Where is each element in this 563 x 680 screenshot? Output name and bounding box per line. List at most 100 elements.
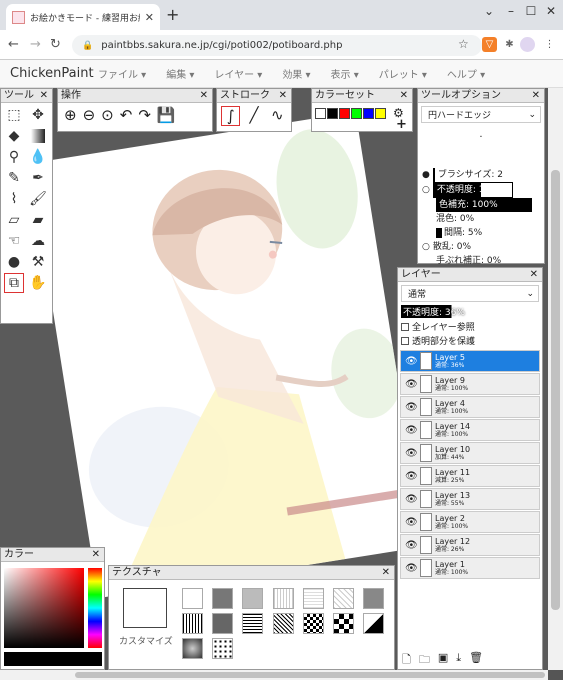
size-radio-icon[interactable]: ● (422, 168, 430, 182)
move-icon[interactable]: ✥ (28, 105, 48, 125)
drawing-canvas[interactable] (29, 111, 425, 599)
eye-icon[interactable]: 👁 (405, 379, 418, 390)
colorset-close-icon[interactable]: ✕ (400, 89, 408, 102)
color-swatch[interactable] (327, 107, 338, 119)
rotate-canvas-icon[interactable]: ⧉ (4, 273, 24, 293)
layer-row[interactable]: 👁 Layer 4 通常: 100% (400, 396, 540, 418)
bookmark-star-icon[interactable]: ☆ (458, 37, 469, 51)
close-tab-icon[interactable]: ✕ (145, 11, 154, 24)
menu-layer[interactable]: レイヤー ▾ (214, 66, 262, 81)
scatter-radio-icon[interactable]: ○ (422, 240, 430, 254)
new-layer-icon[interactable]: 🗋 (402, 651, 411, 670)
undo-icon[interactable]: ↶ (120, 106, 133, 124)
menu-palette[interactable]: パレット ▾ (379, 66, 427, 81)
hue-slider[interactable] (88, 568, 102, 648)
texture-swatch[interactable] (182, 613, 203, 634)
opacity-slider[interactable]: 不透明度: 128 (432, 182, 513, 198)
texture-swatch[interactable] (363, 588, 385, 609)
texture-swatch[interactable] (182, 588, 203, 609)
texture-close-icon[interactable]: ✕ (382, 566, 390, 579)
burn-icon[interactable]: ⚒ (28, 252, 48, 272)
smudge-icon[interactable]: ☜ (4, 231, 24, 251)
operations-close-icon[interactable]: ✕ (200, 89, 208, 102)
merge-down-icon[interactable]: ⤓ (456, 651, 461, 670)
save-icon[interactable]: 💾 (157, 106, 176, 124)
zoom-100-icon[interactable]: ⊙ (101, 106, 114, 124)
new-tab-button[interactable]: + (166, 5, 179, 24)
extensions-icon[interactable]: ✱ (502, 37, 517, 52)
layer-opacity-slider[interactable]: 不透明度: 36% (401, 305, 541, 318)
protect-alpha-checkbox[interactable] (401, 336, 409, 345)
texture-swatch[interactable] (332, 588, 354, 609)
fill-bucket-icon[interactable]: ◆ (4, 126, 24, 146)
gradient-icon[interactable] (31, 129, 45, 143)
brush-icon[interactable]: 🖌 (28, 189, 48, 209)
texture-swatch[interactable] (272, 613, 294, 634)
blender-icon[interactable]: ☁ (28, 231, 48, 251)
color-swatch[interactable] (363, 107, 374, 119)
color-close-icon[interactable]: ✕ (92, 548, 100, 561)
eye-icon[interactable]: 👁 (405, 517, 418, 528)
menu-help[interactable]: ヘルプ ▾ (447, 66, 485, 81)
tool-options-close-icon[interactable]: ✕ (532, 89, 540, 102)
texture-swatch[interactable] (212, 588, 234, 609)
browser-tab[interactable]: お絵かきモード - 練習用お絵かき場 ✕ (6, 4, 160, 30)
color-swatch[interactable] (375, 107, 386, 119)
airbrush-icon[interactable]: ⌇ (4, 189, 24, 209)
layer-row[interactable]: 👁 Layer 13 通常: 55% (400, 488, 540, 510)
url-field[interactable]: 🔒 paintbbs.sakura.ne.jp/cgi/poti002/poti… (72, 35, 482, 56)
delete-layer-icon[interactable]: 🗑 (469, 651, 483, 670)
texture-swatch[interactable] (182, 638, 203, 659)
opacity-radio-icon[interactable]: ○ (422, 183, 430, 197)
texture-swatch[interactable] (302, 588, 324, 609)
layer-row[interactable]: 👁 Layer 14 通常: 100% (400, 419, 540, 441)
menu-effects[interactable]: 効果 ▾ (282, 66, 310, 81)
horizontal-scrollbar-thumb[interactable] (75, 672, 545, 678)
profile-avatar[interactable] (520, 37, 535, 52)
tools-close-icon[interactable]: ✕ (40, 89, 48, 102)
layer-row[interactable]: 👁 Layer 1 通常: 100% (400, 557, 540, 579)
forward-icon[interactable]: → (30, 37, 41, 52)
dodge-icon[interactable]: ● (4, 252, 24, 272)
spacing-slider[interactable]: 間隔: 5% (436, 228, 483, 238)
blend-mode-select[interactable]: 通常 ⌄ (401, 285, 539, 302)
hand-icon[interactable]: ✋ (28, 273, 48, 293)
texture-swatch[interactable] (242, 613, 264, 634)
layer-row[interactable]: 👁 Layer 11 減算: 25% (400, 465, 540, 487)
all-layers-checkbox[interactable] (401, 322, 409, 331)
freehand-stroke-icon[interactable]: ∫ (221, 106, 241, 126)
eye-icon[interactable]: 👁 (405, 471, 418, 482)
redo-icon[interactable]: ↷ (138, 106, 151, 124)
layer-row[interactable]: 👁 Layer 9 通常: 100% (400, 373, 540, 395)
eye-icon[interactable]: 👁 (405, 448, 418, 459)
eyedropper-icon[interactable]: ⚲ (4, 147, 24, 167)
saturation-value-picker[interactable] (4, 568, 84, 648)
zoom-out-icon[interactable]: ⊖ (83, 106, 96, 124)
maximize-button[interactable]: ☐ (522, 4, 540, 18)
add-color-icon[interactable]: + (396, 117, 407, 132)
eye-icon[interactable]: 👁 (405, 540, 418, 551)
mix-slider[interactable]: 混色: 0% (436, 214, 474, 224)
collapse-icon[interactable]: ⌄ (480, 4, 498, 18)
brave-shield-icon[interactable]: ▽ (482, 37, 497, 52)
close-window-button[interactable]: ✕ (542, 4, 560, 18)
back-icon[interactable]: ← (8, 37, 19, 52)
texture-swatch[interactable] (212, 638, 234, 659)
eye-icon[interactable]: 👁 (405, 402, 418, 413)
scatter-slider[interactable]: 散乱: 0% (433, 240, 471, 254)
brush-size-slider[interactable]: ブラシサイズ: 2 (432, 168, 503, 182)
menu-view[interactable]: 表示 ▾ (331, 66, 359, 81)
menu-file[interactable]: ファイル ▾ (98, 66, 146, 81)
eye-icon[interactable]: 👁 (405, 494, 418, 505)
texture-swatch[interactable] (363, 613, 385, 634)
eraser-icon[interactable]: ▱ (4, 210, 24, 230)
layer-row[interactable]: 👁 Layer 2 通常: 100% (400, 511, 540, 533)
brush-type-select[interactable]: 円ハードエッジ ⌄ (421, 106, 541, 123)
layer-row[interactable]: 👁 Layer 10 加算: 44% (400, 442, 540, 464)
minimize-button[interactable]: – (502, 4, 520, 18)
water-icon[interactable]: 💧 (28, 147, 48, 167)
texture-swatch[interactable] (272, 588, 294, 609)
color-fill-slider[interactable]: 色補充: 100% (436, 198, 532, 212)
line-stroke-icon[interactable]: ╱ (244, 106, 263, 126)
texture-swatch[interactable] (332, 613, 354, 634)
